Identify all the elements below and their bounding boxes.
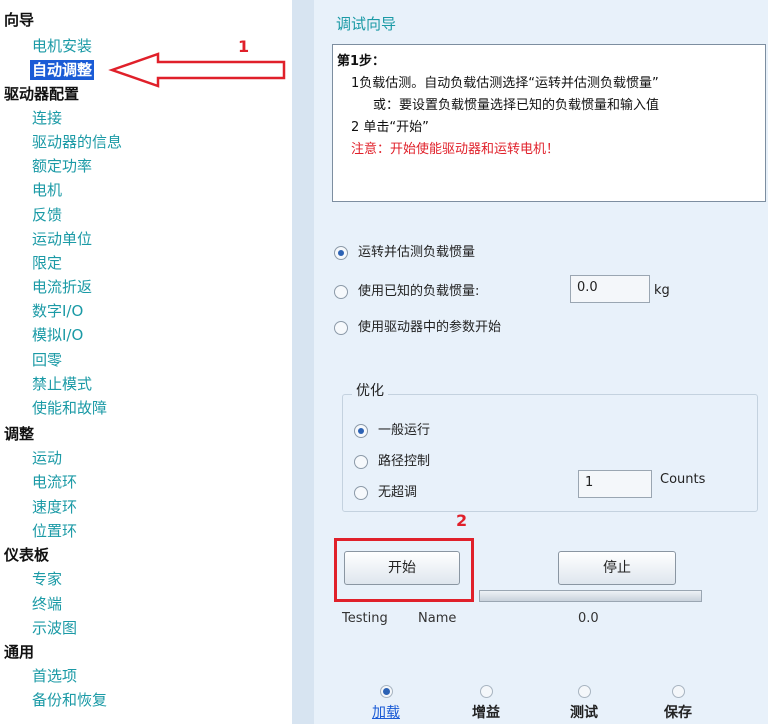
nav-item-expert[interactable]: 专家: [32, 569, 62, 589]
radio-run-estimate-inertia[interactable]: [334, 246, 348, 260]
step-dot-load[interactable]: [380, 685, 393, 698]
step-label-save[interactable]: 保存: [653, 704, 703, 722]
nav-item-connection[interactable]: 连接: [32, 108, 62, 128]
step-label-load[interactable]: 加载: [361, 704, 411, 722]
nav-item-terminal[interactable]: 终端: [32, 594, 62, 614]
step-dot-gain[interactable]: [480, 685, 493, 698]
radio-normal-run[interactable]: [354, 424, 368, 438]
nav-item-scope[interactable]: 示波图: [32, 618, 77, 638]
nav-item-analog-io[interactable]: 模拟I/O: [32, 325, 83, 345]
nav-item-motor[interactable]: 电机: [32, 180, 62, 200]
radio-path-control[interactable]: [354, 455, 368, 469]
tuning-wizard-panel: 调试向导 第1步： 1负载估测。自动负载估测选择“运转并估测负载惯量” 或：要设…: [314, 0, 768, 724]
nav-section-drive-config[interactable]: 驱动器配置: [4, 84, 79, 104]
radio-no-overshoot-label[interactable]: 无超调: [378, 484, 417, 502]
nav-item-inhibit-mode[interactable]: 禁止模式: [32, 374, 92, 394]
status-state: Testing: [342, 611, 388, 626]
pane-splitter[interactable]: [292, 0, 314, 724]
optimization-legend: 优化: [352, 382, 388, 400]
radio-path-control-label[interactable]: 路径控制: [378, 453, 430, 471]
radio-run-estimate-inertia-label[interactable]: 运转并估测负载惯量: [358, 244, 475, 262]
step-label-test[interactable]: 测试: [559, 704, 609, 722]
stop-button[interactable]: 停止: [558, 551, 676, 585]
radio-normal-run-label[interactable]: 一般运行: [378, 422, 430, 440]
nav-item-current-loop[interactable]: 电流环: [32, 472, 77, 492]
step-label-gain[interactable]: 增益: [461, 704, 511, 722]
nav-item-motion-units[interactable]: 运动单位: [32, 229, 92, 249]
instruction-warning: 注意：开始使能驱动器和运转电机！: [351, 142, 560, 157]
nav-item-motion[interactable]: 运动: [32, 448, 62, 468]
nav-section-wizard[interactable]: 向导: [4, 10, 34, 30]
navigation-tree: 向导 电机安装 自动调整 驱动器配置 连接 驱动器的信息 额定功率 电机 反馈 …: [0, 0, 292, 724]
inertia-unit: kg: [654, 283, 670, 298]
nav-item-backup-restore[interactable]: 备份和恢复: [32, 690, 107, 710]
nav-section-dashboard[interactable]: 仪表板: [4, 545, 49, 565]
nav-item-current-foldback[interactable]: 电流折返: [32, 277, 92, 297]
counts-input[interactable]: 1: [578, 470, 652, 498]
nav-item-digital-io[interactable]: 数字I/O: [32, 301, 83, 321]
status-value: 0.0: [578, 611, 599, 626]
known-inertia-input[interactable]: 0.0: [570, 275, 650, 303]
radio-known-inertia[interactable]: [334, 285, 348, 299]
instructions-box: 第1步： 1负载估测。自动负载估测选择“运转并估测负载惯量” 或：要设置负载惯量…: [332, 44, 766, 202]
counts-unit: Counts: [660, 472, 706, 487]
nav-item-motor-install[interactable]: 电机安装: [32, 36, 92, 56]
instruction-step: 第1步：: [337, 54, 386, 69]
nav-item-position-loop[interactable]: 位置环: [32, 521, 77, 541]
instruction-line-3: 2 单击“开始”: [351, 120, 429, 135]
nav-item-homing[interactable]: 回零: [32, 350, 62, 370]
annotation-marker-1: 1: [238, 37, 250, 56]
nav-item-feedback[interactable]: 反馈: [32, 205, 62, 225]
nav-item-preferences[interactable]: 首选项: [32, 666, 77, 686]
step-dot-test[interactable]: [578, 685, 591, 698]
nav-item-enable-fault[interactable]: 使能和故障: [32, 398, 107, 418]
nav-section-tuning[interactable]: 调整: [4, 424, 34, 444]
start-button[interactable]: 开始: [344, 551, 460, 585]
annotation-arrow-icon: [108, 52, 286, 88]
step-dot-save[interactable]: [672, 685, 685, 698]
nav-item-velocity-loop[interactable]: 速度环: [32, 497, 77, 517]
radio-no-overshoot[interactable]: [354, 486, 368, 500]
nav-item-rated-power[interactable]: 额定功率: [32, 156, 92, 176]
instruction-line-1: 1负载估测。自动负载估测选择“运转并估测负载惯量”: [351, 76, 659, 91]
nav-section-general[interactable]: 通用: [4, 642, 34, 662]
nav-item-limits[interactable]: 限定: [32, 253, 62, 273]
radio-drive-parameters[interactable]: [334, 321, 348, 335]
nav-item-auto-tune[interactable]: 自动调整: [30, 60, 95, 80]
status-name-label: Name: [418, 611, 457, 626]
annotation-marker-2: 2: [456, 511, 468, 530]
radio-drive-parameters-label[interactable]: 使用驱动器中的参数开始: [358, 319, 501, 337]
radio-known-inertia-label[interactable]: 使用已知的负载惯量:: [358, 283, 479, 301]
progress-bar: [479, 590, 702, 602]
nav-item-drive-info[interactable]: 驱动器的信息: [32, 132, 122, 152]
panel-title: 调试向导: [336, 15, 397, 33]
instruction-line-2: 或：要设置负载惯量选择已知的负载惯量和输入值: [373, 98, 660, 113]
